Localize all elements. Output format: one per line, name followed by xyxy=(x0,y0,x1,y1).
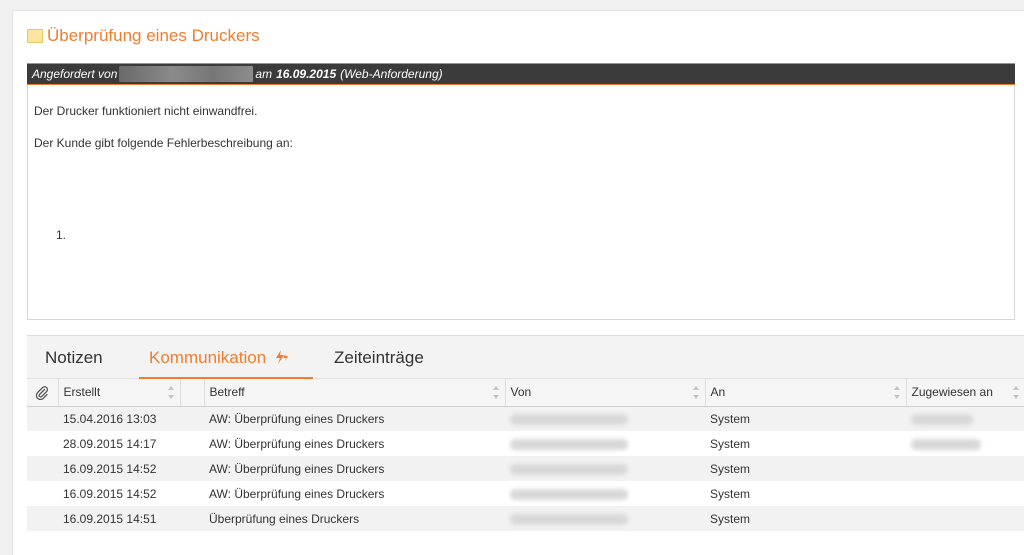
assigned-cell xyxy=(906,506,1024,531)
attachment-cell xyxy=(27,481,58,506)
lightning-icon xyxy=(276,350,289,364)
ticket-title-row: Überprüfung eines Druckers xyxy=(27,25,260,47)
column-header-betreff-label: Betreff xyxy=(209,385,245,400)
from-cell xyxy=(505,406,705,431)
redacted-sender xyxy=(510,414,628,426)
table-row[interactable]: 15.04.2016 13:03 AW: Überprüfung eines D… xyxy=(27,406,1024,431)
tab-zeiteintraege[interactable]: Zeiteinträge xyxy=(334,348,424,368)
communication-table: Erstellt Betreff Von An Zugewiesen an 15… xyxy=(27,379,1024,531)
created-cell: 16.09.2015 14:51 xyxy=(58,506,180,531)
subject-link[interactable]: AW: Überprüfung eines Druckers xyxy=(204,456,505,481)
attachment-cell xyxy=(27,506,58,531)
redacted-assignee xyxy=(911,414,973,426)
to-cell: System xyxy=(705,506,906,531)
table-row[interactable]: 16.09.2015 14:52 AW: Überprüfung eines D… xyxy=(27,481,1024,506)
column-header-blank xyxy=(180,379,205,407)
to-cell: System xyxy=(705,481,906,506)
sort-icon[interactable] xyxy=(893,386,901,399)
ticket-panel: Überprüfung eines Druckers Angefordert v… xyxy=(12,10,1024,555)
description-list-item: 1. xyxy=(56,228,67,242)
from-cell xyxy=(505,431,705,456)
assigned-cell xyxy=(906,481,1024,506)
ticket-title: Überprüfung eines Druckers xyxy=(47,26,260,45)
tab-kommunikation-label: Kommunikation xyxy=(149,348,267,367)
column-header-zugewiesen-an[interactable]: Zugewiesen an xyxy=(906,379,1024,407)
requested-source: (Web-Anforderung) xyxy=(340,67,443,81)
column-header-erstellt-label: Erstellt xyxy=(63,385,101,400)
blank-cell xyxy=(180,406,204,431)
description-line-1: Der Drucker funktioniert nicht einwandfr… xyxy=(34,104,258,118)
from-cell xyxy=(505,481,705,506)
from-cell xyxy=(505,456,705,481)
column-header-betreff[interactable]: Betreff xyxy=(204,379,506,407)
description-line-2: Der Kunde gibt folgende Fehlerbeschreibu… xyxy=(34,136,293,150)
redacted-sender xyxy=(510,488,628,500)
description-box: Der Drucker funktioniert nicht einwandfr… xyxy=(27,85,1015,320)
table-row[interactable]: 16.09.2015 14:51 Überprüfung eines Druck… xyxy=(27,506,1024,531)
table-row[interactable]: 16.09.2015 14:52 AW: Überprüfung eines D… xyxy=(27,456,1024,481)
redacted-requester xyxy=(119,66,254,82)
column-header-von[interactable]: Von xyxy=(505,379,706,407)
requested-by-bar: Angefordert von am 16.09.2015 (Web-Anfor… xyxy=(27,63,1015,85)
redacted-sender xyxy=(510,463,628,475)
blank-cell xyxy=(180,506,204,531)
attachment-cell xyxy=(27,456,58,481)
to-cell: System xyxy=(705,456,906,481)
table-header-row: Erstellt Betreff Von An Zugewiesen an xyxy=(27,379,1024,407)
assigned-cell xyxy=(906,456,1024,481)
sort-icon[interactable] xyxy=(1012,386,1020,399)
column-header-von-label: Von xyxy=(510,385,532,400)
blank-cell xyxy=(180,481,204,506)
sort-icon[interactable] xyxy=(492,386,500,399)
assigned-cell xyxy=(906,431,1024,456)
ticket-icon xyxy=(27,29,43,43)
to-cell: System xyxy=(705,406,906,431)
to-cell: System xyxy=(705,431,906,456)
requested-prefix: Angefordert von xyxy=(32,67,118,81)
created-cell: 28.09.2015 14:17 xyxy=(58,431,180,456)
from-cell xyxy=(505,506,705,531)
redacted-sender xyxy=(510,438,628,450)
attachment-cell xyxy=(27,431,58,456)
column-header-an-label: An xyxy=(710,385,726,400)
attachment-cell xyxy=(27,406,58,431)
tabs-bar: Notizen Kommunikation Zeiteinträge xyxy=(27,336,1024,379)
blank-cell xyxy=(180,456,204,481)
tab-notizen[interactable]: Notizen xyxy=(45,348,103,368)
tab-kommunikation[interactable]: Kommunikation xyxy=(149,348,290,368)
created-cell: 15.04.2016 13:03 xyxy=(58,406,180,431)
blank-cell xyxy=(180,431,204,456)
subject-link[interactable]: AW: Überprüfung eines Druckers xyxy=(204,481,505,506)
sort-icon[interactable] xyxy=(692,386,700,399)
created-cell: 16.09.2015 14:52 xyxy=(58,481,180,506)
assigned-cell xyxy=(906,406,1024,431)
redacted-sender xyxy=(510,513,628,525)
subject-link[interactable]: AW: Überprüfung eines Druckers xyxy=(204,406,505,431)
created-cell: 16.09.2015 14:52 xyxy=(58,456,180,481)
column-header-erstellt[interactable]: Erstellt xyxy=(58,379,181,407)
subject-link[interactable]: Überprüfung eines Druckers xyxy=(204,506,505,531)
requested-date: 16.09.2015 xyxy=(276,67,337,81)
column-header-zugewiesen-an-label: Zugewiesen an xyxy=(911,385,993,400)
column-header-an[interactable]: An xyxy=(705,379,907,407)
attachment-column-header[interactable] xyxy=(27,379,59,407)
paperclip-icon xyxy=(35,386,49,400)
requested-mid: am xyxy=(255,67,273,81)
redacted-assignee xyxy=(911,438,981,450)
table-row[interactable]: 28.09.2015 14:17 AW: Überprüfung eines D… xyxy=(27,431,1024,456)
subject-link[interactable]: AW: Überprüfung eines Druckers xyxy=(204,431,505,456)
sort-icon[interactable] xyxy=(167,386,175,399)
tabs-area: Notizen Kommunikation Zeiteinträge Erste… xyxy=(27,335,1024,555)
